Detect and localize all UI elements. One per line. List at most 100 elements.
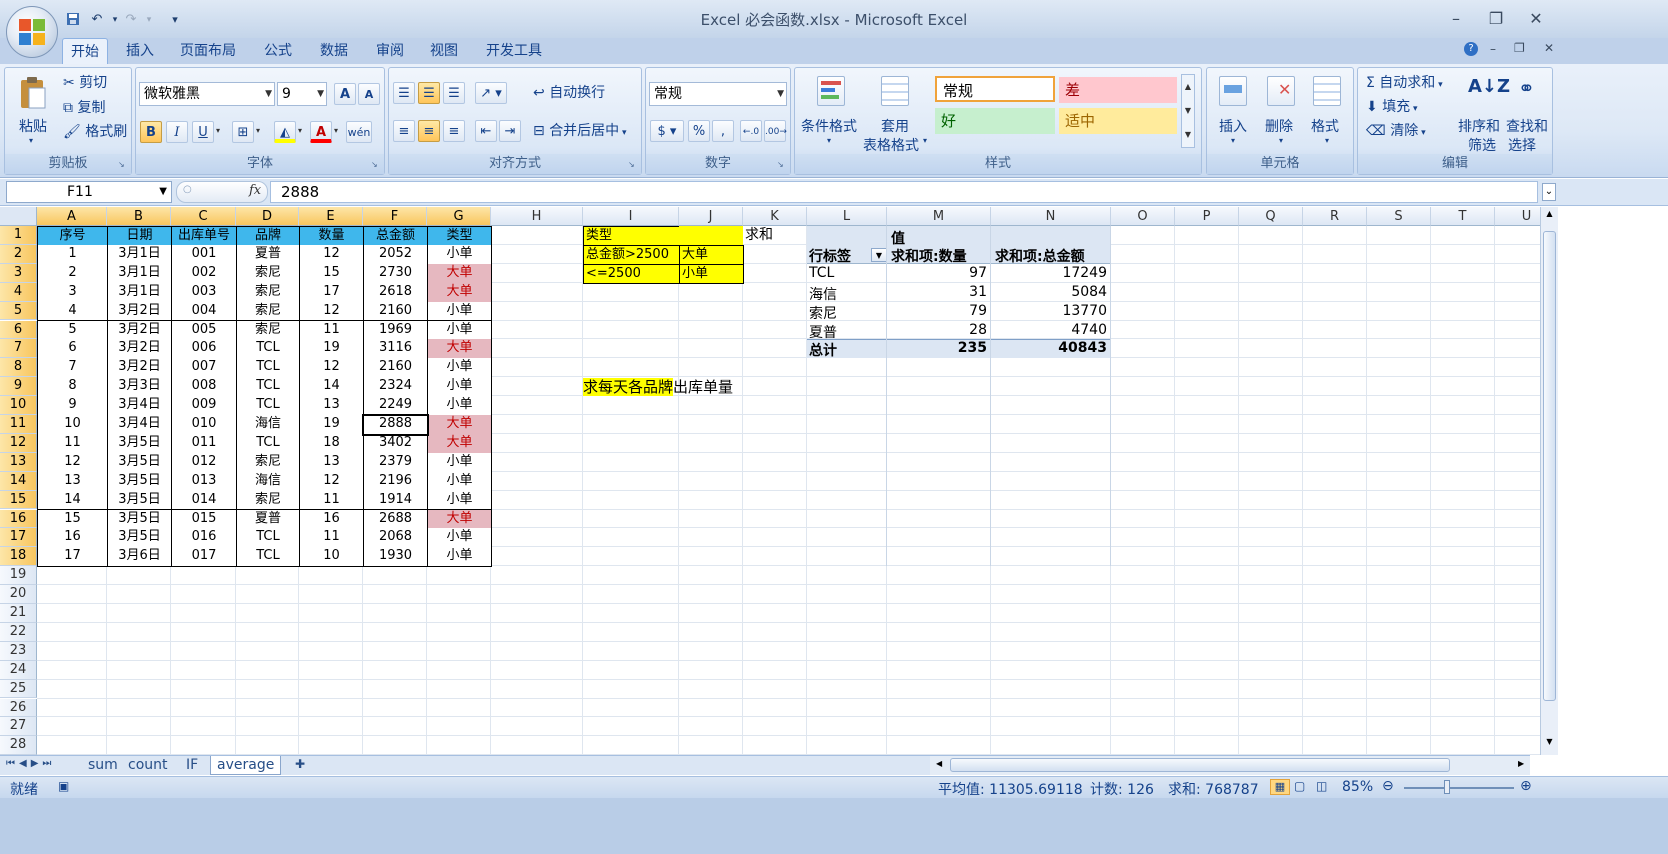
table-cell[interactable]: 015 bbox=[171, 509, 237, 530]
pivot-row-amount[interactable]: 5084 bbox=[991, 284, 1107, 300]
zoom-out-icon[interactable]: ⊖ bbox=[1382, 778, 1394, 794]
page-break-view-icon[interactable]: ◫ bbox=[1316, 779, 1327, 793]
table-cell[interactable]: 大单 bbox=[427, 509, 492, 530]
zoom-slider-thumb[interactable] bbox=[1444, 780, 1450, 794]
grow-font-button[interactable]: A bbox=[334, 83, 356, 105]
table-cell[interactable]: 3月2日 bbox=[107, 301, 172, 322]
table-cell[interactable]: 小单 bbox=[427, 377, 492, 398]
row-header-18[interactable]: 18 bbox=[0, 547, 37, 567]
table-cell[interactable]: TCL bbox=[236, 528, 300, 549]
column-header-j[interactable]: J bbox=[679, 207, 743, 226]
border-icon[interactable]: ⊞ bbox=[232, 121, 254, 143]
decrease-indent-icon[interactable]: ⇤ bbox=[475, 120, 497, 142]
clipboard-launcher-icon[interactable]: ↘ bbox=[118, 160, 128, 170]
table-cell[interactable]: 14 bbox=[37, 490, 108, 511]
percent-button[interactable]: % bbox=[688, 120, 710, 142]
row-header-23[interactable]: 23 bbox=[0, 641, 37, 661]
table-cell[interactable]: 2 bbox=[37, 263, 108, 284]
table-cell[interactable]: 8 bbox=[37, 377, 108, 398]
table-cell[interactable]: 16 bbox=[37, 528, 108, 549]
column-header-u[interactable]: U bbox=[1495, 207, 1545, 226]
table-cell[interactable]: 3月5日 bbox=[107, 471, 172, 492]
row-header-10[interactable]: 10 bbox=[0, 396, 37, 415]
table-cell[interactable]: 11 bbox=[37, 433, 108, 454]
pivot-row-qty[interactable]: 97 bbox=[887, 265, 987, 281]
pivot-row-amount[interactable]: 13770 bbox=[991, 303, 1107, 319]
table-cell[interactable]: 3月1日 bbox=[107, 244, 172, 265]
delete-cells-button[interactable]: ✕ 删除 ▾ bbox=[1261, 72, 1301, 152]
row-header-16[interactable]: 16 bbox=[0, 509, 37, 529]
scroll-left-icon[interactable]: ◀ bbox=[936, 759, 942, 768]
table-cell[interactable]: 12 bbox=[299, 358, 364, 379]
tab-developer[interactable]: 开发工具 bbox=[478, 38, 550, 64]
table-cell[interactable]: 3月3日 bbox=[107, 377, 172, 398]
table-cell[interactable]: 014 bbox=[171, 490, 237, 511]
table-cell[interactable]: 2249 bbox=[363, 396, 428, 416]
table-cell[interactable]: TCL bbox=[236, 377, 300, 398]
style-neutral[interactable]: 适中 bbox=[1059, 108, 1177, 134]
table-cell[interactable]: 3月4日 bbox=[107, 396, 172, 416]
table-header-cell[interactable]: 数量 bbox=[299, 226, 364, 246]
tab-review[interactable]: 审阅 bbox=[368, 38, 412, 64]
table-cell[interactable]: 3月2日 bbox=[107, 320, 172, 341]
format-painter-button[interactable]: 🖌 格式刷 bbox=[63, 121, 127, 143]
table-cell[interactable]: 3月6日 bbox=[107, 547, 172, 568]
table-cell[interactable]: 11 bbox=[299, 528, 364, 549]
table-cell[interactable]: 小单 bbox=[427, 301, 492, 322]
fill-button[interactable]: ⬇ 填充 ▾ bbox=[1366, 96, 1418, 118]
table-cell[interactable]: 小单 bbox=[427, 471, 492, 492]
table-cell[interactable]: 012 bbox=[171, 452, 237, 473]
sort-filter-button[interactable]: A↓Z 排序和 筛选 bbox=[1458, 72, 1510, 154]
clear-button[interactable]: ⌫ 清除 ▾ bbox=[1366, 120, 1426, 142]
vertical-scroll-thumb[interactable] bbox=[1543, 231, 1556, 701]
column-header-n[interactable]: N bbox=[991, 207, 1111, 226]
shrink-font-button[interactable]: A bbox=[358, 83, 380, 105]
table-cell[interactable]: 1 bbox=[37, 244, 108, 265]
table-cell[interactable]: 3116 bbox=[363, 339, 428, 360]
table-cell[interactable]: 2379 bbox=[363, 452, 428, 473]
table-cell[interactable]: 2160 bbox=[363, 358, 428, 379]
column-header-m[interactable]: M bbox=[887, 207, 991, 226]
table-cell[interactable]: 小单 bbox=[427, 490, 492, 511]
column-header-f[interactable]: F bbox=[363, 207, 427, 226]
row-header-2[interactable]: 2 bbox=[0, 244, 37, 264]
table-cell[interactable]: 索尼 bbox=[236, 301, 300, 322]
row-header-25[interactable]: 25 bbox=[0, 679, 37, 699]
increase-indent-icon[interactable]: ⇥ bbox=[499, 120, 521, 142]
column-header-o[interactable]: O bbox=[1111, 207, 1175, 226]
decrease-decimal-button[interactable]: .00→ bbox=[764, 120, 787, 142]
align-right-icon[interactable]: ≡ bbox=[443, 120, 465, 142]
tab-data[interactable]: 数据 bbox=[312, 38, 356, 64]
column-header-a[interactable]: A bbox=[37, 207, 107, 226]
table-cell[interactable]: 索尼 bbox=[236, 452, 300, 473]
table-cell[interactable]: 3月5日 bbox=[107, 528, 172, 549]
cut-button[interactable]: ✂ 剪切 bbox=[63, 72, 107, 94]
sheet-tab-sum[interactable]: sum bbox=[82, 756, 124, 775]
table-cell[interactable]: 小单 bbox=[427, 244, 492, 265]
table-header-cell[interactable]: 日期 bbox=[107, 226, 172, 246]
column-header-p[interactable]: P bbox=[1175, 207, 1239, 226]
table-cell[interactable]: 15 bbox=[37, 509, 108, 530]
table-cell[interactable]: 12 bbox=[299, 301, 364, 322]
number-format-combo[interactable]: 常规 ▼ bbox=[649, 82, 787, 106]
k1-text[interactable]: 求和 bbox=[745, 226, 773, 245]
table-cell[interactable]: 008 bbox=[171, 377, 237, 398]
table-cell[interactable]: 010 bbox=[171, 415, 237, 435]
table-cell[interactable]: 3月5日 bbox=[107, 509, 172, 530]
row-header-12[interactable]: 12 bbox=[0, 433, 37, 453]
table-cell[interactable]: 11 bbox=[299, 490, 364, 511]
column-header-r[interactable]: R bbox=[1303, 207, 1367, 226]
table-cell[interactable]: 2618 bbox=[363, 282, 428, 303]
vertical-scrollbar[interactable]: ▲ ▼ bbox=[1540, 207, 1558, 755]
table-header-cell[interactable]: 总金额 bbox=[363, 226, 428, 246]
table-header-cell[interactable]: 序号 bbox=[37, 226, 108, 246]
table-cell[interactable]: 006 bbox=[171, 339, 237, 360]
row-header-7[interactable]: 7 bbox=[0, 339, 37, 359]
table-cell[interactable]: 007 bbox=[171, 358, 237, 379]
criteria-header[interactable]: 类型 bbox=[583, 226, 680, 246]
table-cell[interactable]: 016 bbox=[171, 528, 237, 549]
align-middle-icon[interactable]: ☰ bbox=[418, 82, 440, 104]
bold-button[interactable]: B bbox=[140, 121, 162, 143]
pivot-row-qty[interactable]: 31 bbox=[887, 284, 987, 300]
column-header-q[interactable]: Q bbox=[1239, 207, 1303, 226]
